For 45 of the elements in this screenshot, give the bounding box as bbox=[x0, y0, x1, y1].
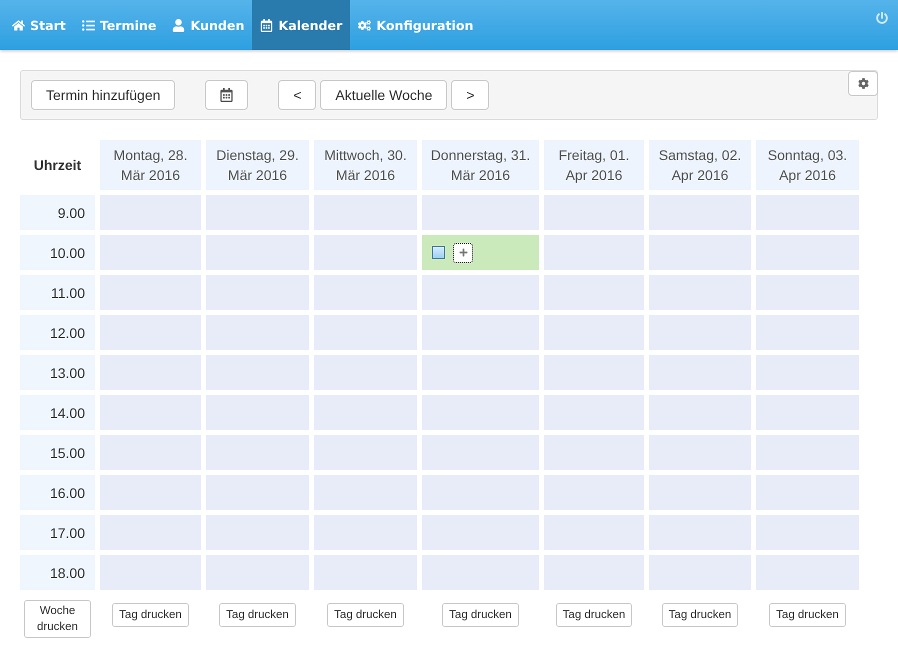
day-header: Mittwoch, 30. Mär 2016 bbox=[314, 140, 417, 190]
time-cell: 10.00 bbox=[20, 235, 95, 270]
current-week-button[interactable]: Aktuelle Woche bbox=[320, 80, 448, 110]
user-icon bbox=[172, 18, 186, 32]
time-cell: 12.00 bbox=[20, 315, 95, 350]
time-cell: 14.00 bbox=[20, 395, 95, 430]
time-cell: 15.00 bbox=[20, 435, 95, 470]
print-day-button[interactable]: Tag drucken bbox=[556, 603, 632, 627]
day-header: Donnerstag, 31. Mär 2016 bbox=[422, 140, 539, 190]
checkbox[interactable] bbox=[432, 246, 445, 259]
home-icon bbox=[12, 18, 25, 32]
print-day-button[interactable]: Tag drucken bbox=[769, 603, 846, 627]
settings-icon bbox=[858, 78, 868, 89]
day-header: Samstag, 02. Apr 2016 bbox=[649, 140, 751, 190]
next-button[interactable]: > bbox=[451, 80, 490, 110]
time-header: Uhrzeit bbox=[32, 156, 82, 175]
day-header: Dienstag, 29. Mär 2016 bbox=[206, 140, 309, 190]
day-header: Freitag, 01. Apr 2016 bbox=[544, 140, 644, 190]
add-appointment-button[interactable]: Termin hinzufügen bbox=[31, 80, 176, 110]
power-icon[interactable] bbox=[876, 12, 888, 24]
time-cell: 17.00 bbox=[20, 515, 95, 550]
print-week-button[interactable]: Woche drucken bbox=[24, 600, 91, 638]
print-day-button[interactable]: Tag drucken bbox=[327, 603, 404, 627]
settings-button[interactable] bbox=[848, 71, 878, 96]
calendar-icon bbox=[260, 18, 274, 32]
add-button[interactable] bbox=[453, 242, 473, 262]
gears-icon bbox=[358, 18, 372, 32]
print-day-button[interactable]: Tag drucken bbox=[442, 603, 519, 627]
calendar-icon bbox=[220, 88, 234, 102]
plus-icon bbox=[458, 248, 468, 257]
list-icon bbox=[82, 18, 95, 32]
print-day-button[interactable]: Tag drucken bbox=[112, 603, 189, 627]
previous-button[interactable]: < bbox=[278, 80, 316, 110]
time-cell: 13.00 bbox=[20, 355, 95, 390]
calendar-button[interactable] bbox=[205, 80, 248, 110]
time-cell: 9.00 bbox=[20, 195, 95, 230]
time-cell: 18.00 bbox=[20, 555, 95, 590]
day-header: Montag, 28. Mär 2016 bbox=[100, 140, 201, 190]
day-header: Sonntag, 03. Apr 2016 bbox=[756, 140, 859, 190]
time-cell: 11.00 bbox=[20, 275, 95, 310]
nav-tab[interactable]: Kalender bbox=[252, 0, 350, 50]
print-day-button[interactable]: Tag drucken bbox=[662, 603, 738, 627]
appointment-slot[interactable] bbox=[422, 235, 539, 270]
print-day-button[interactable]: Tag drucken bbox=[219, 603, 296, 627]
time-cell: 16.00 bbox=[20, 475, 95, 510]
